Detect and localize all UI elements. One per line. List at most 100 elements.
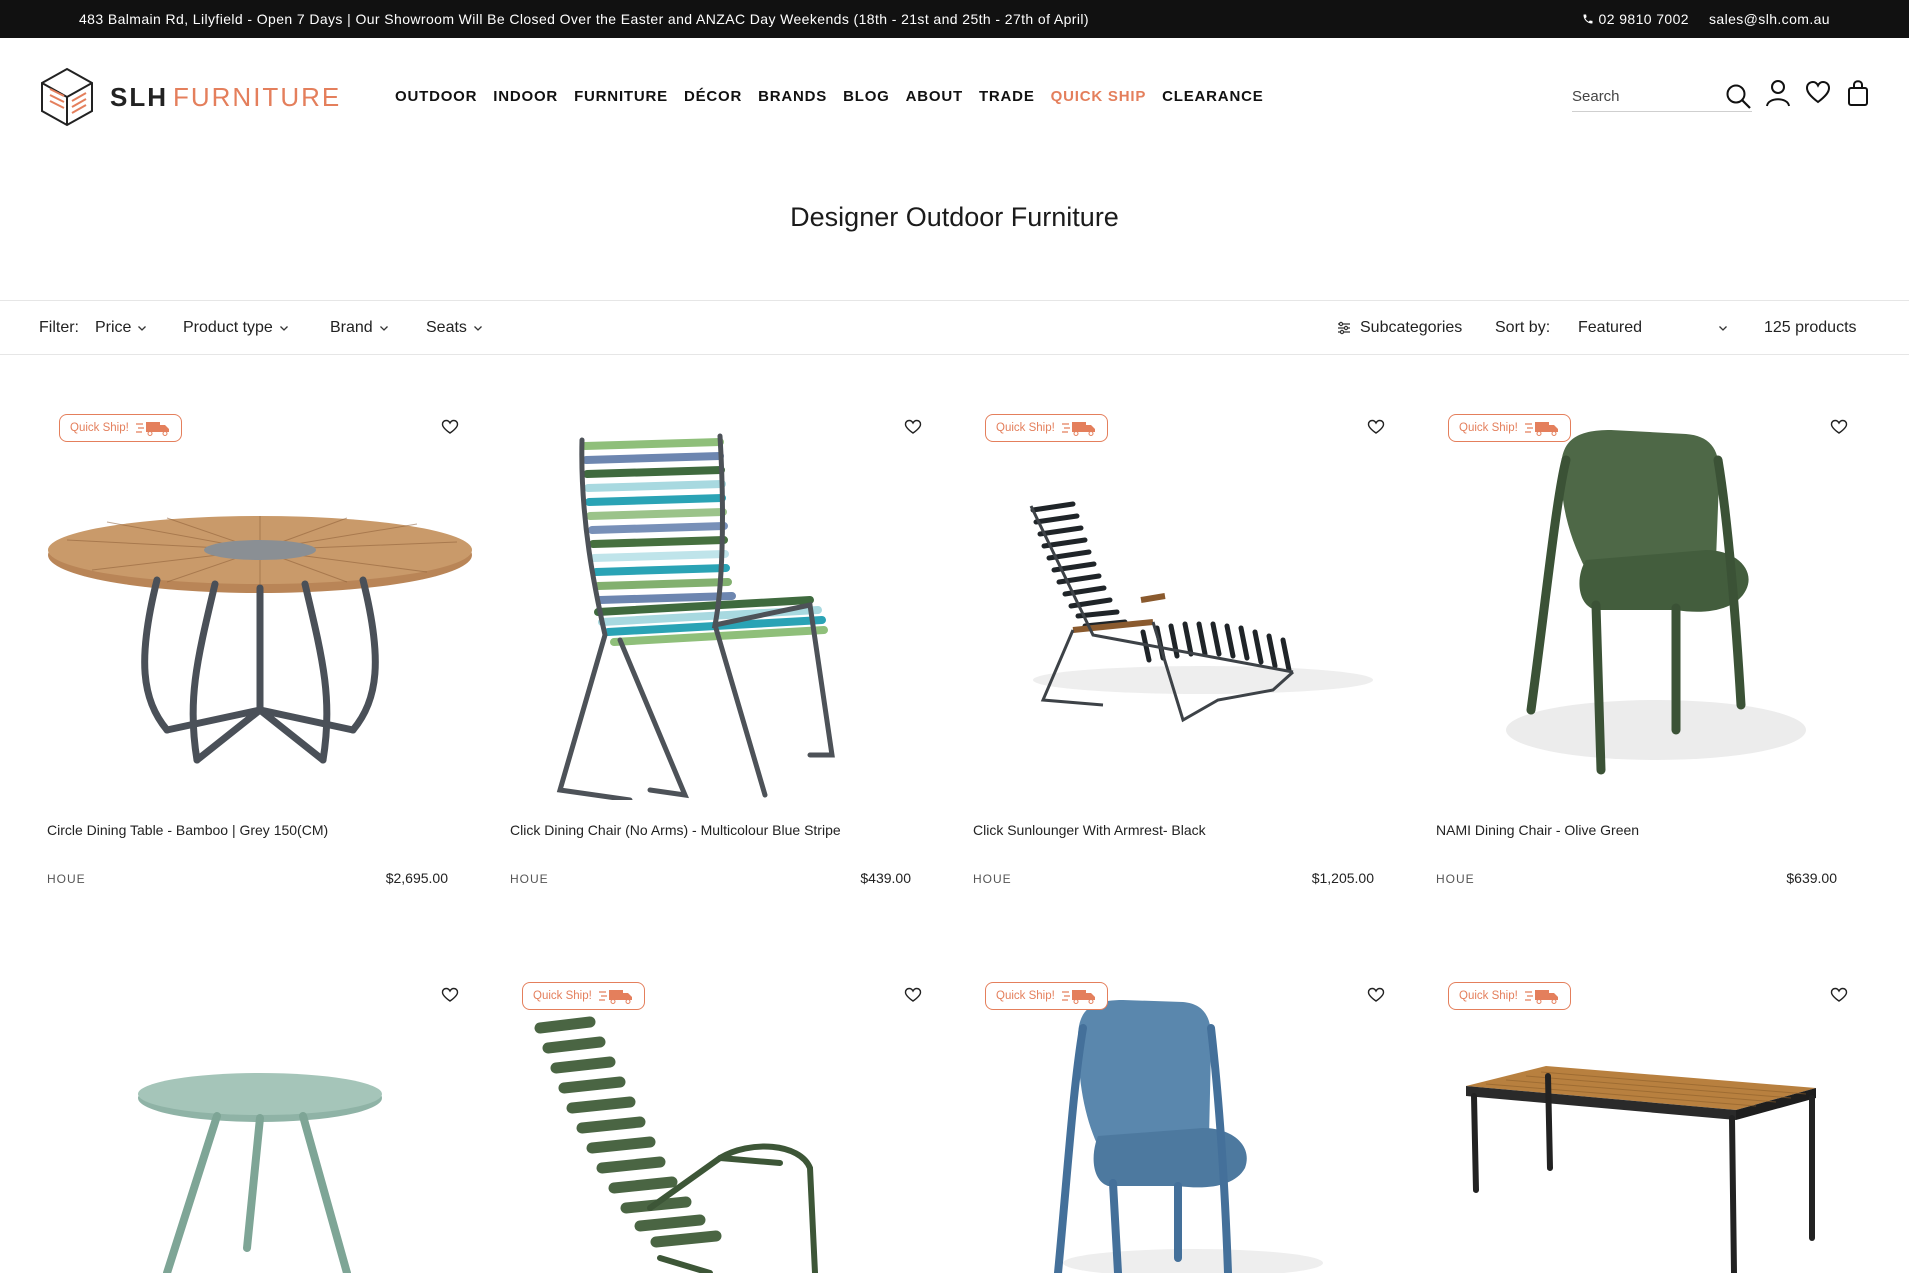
olive-chair-image — [1506, 430, 1806, 775]
product-card[interactable]: Quick Ship! Click Sunlounger With Armres… — [966, 380, 1406, 980]
heart-icon — [1367, 987, 1385, 1002]
filter-brand[interactable]: Brand — [330, 319, 389, 337]
filter-label: Filter: — [39, 319, 79, 336]
product-brand: HOUE — [510, 872, 549, 886]
phone-icon — [1583, 14, 1593, 24]
truck-icon — [135, 422, 169, 436]
heart-icon — [1830, 419, 1848, 434]
product-name[interactable]: Click Sunlounger With Armrest- Black — [973, 822, 1206, 838]
product-name[interactable]: NAMI Dining Chair - Olive Green — [1436, 822, 1639, 838]
sort-select[interactable]: Featured — [1578, 319, 1728, 337]
round-table-image — [48, 516, 472, 764]
nav-trade[interactable]: TRADE — [979, 88, 1035, 105]
site-header: SLH FURNITURE OUTDOOR INDOOR FURNITURE DÉ… — [0, 38, 1909, 158]
header-icons — [1765, 78, 1871, 108]
quick-ship-badge: Quick Ship! — [985, 982, 1108, 1010]
truck-icon — [598, 990, 632, 1004]
filter-seats[interactable]: Seats — [426, 319, 483, 337]
wishlist-toggle[interactable] — [904, 418, 922, 436]
search-input[interactable] — [1572, 82, 1722, 110]
product-card[interactable]: Quick Ship! — [503, 948, 943, 1273]
filter-product-type[interactable]: Product type — [183, 319, 289, 337]
nav-outdoor[interactable]: OUTDOOR — [395, 88, 477, 105]
chevron-down-icon — [138, 326, 147, 331]
product-image[interactable] — [973, 968, 1399, 1273]
cart-button[interactable] — [1845, 78, 1871, 108]
wishlist-toggle[interactable] — [1830, 418, 1848, 436]
filter-bar: Filter: Price Product type Brand Seats S… — [0, 300, 1909, 355]
product-image[interactable] — [1436, 400, 1862, 800]
search-button[interactable] — [1724, 82, 1752, 110]
logo-icon — [41, 67, 93, 127]
product-price: $439.00 — [860, 870, 911, 886]
announcement-bar: 483 Balmain Rd, Lilyfield - Open 7 Days … — [0, 0, 1909, 38]
product-image[interactable] — [1436, 968, 1862, 1273]
subcategories-button[interactable]: Subcategories — [1337, 319, 1462, 337]
nav-blog[interactable]: BLOG — [843, 88, 890, 105]
quick-ship-badge: Quick Ship! — [1448, 414, 1571, 442]
product-price: $1,205.00 — [1311, 870, 1374, 886]
product-card[interactable]: Quick Ship! Circle Dining Table - Bamboo… — [40, 380, 480, 980]
product-name[interactable]: Circle Dining Table - Bamboo | Grey 150(… — [47, 822, 328, 838]
heart-icon — [441, 987, 459, 1002]
product-card[interactable]: Quick Ship! — [1429, 948, 1869, 1273]
product-image[interactable] — [47, 968, 473, 1273]
product-price: $2,695.00 — [385, 870, 448, 886]
product-brand: HOUE — [973, 872, 1012, 886]
site-logo[interactable]: SLH FURNITURE — [38, 65, 341, 129]
heart-icon — [1805, 80, 1831, 104]
chevron-down-icon — [279, 326, 288, 331]
chevron-down-icon — [379, 326, 388, 331]
filter-price[interactable]: Price — [95, 319, 147, 337]
nav-about[interactable]: ABOUT — [906, 88, 963, 105]
nav-brands[interactable]: BRANDS — [758, 88, 827, 105]
quick-ship-badge: Quick Ship! — [522, 982, 645, 1010]
wishlist-toggle[interactable] — [441, 418, 459, 436]
product-count: 125 products — [1764, 319, 1857, 336]
quick-ship-badge: Quick Ship! — [985, 414, 1108, 442]
user-icon — [1766, 80, 1790, 107]
nav-indoor[interactable]: INDOOR — [493, 88, 558, 105]
truck-icon — [1524, 422, 1558, 436]
product-image[interactable] — [510, 400, 936, 803]
product-image[interactable] — [510, 968, 936, 1273]
nav-quick-ship[interactable]: QUICK SHIP — [1051, 88, 1147, 105]
heart-icon — [904, 987, 922, 1002]
quick-ship-badge: Quick Ship! — [59, 414, 182, 442]
product-name[interactable]: Click Dining Chair (No Arms) - Multicolo… — [510, 822, 841, 838]
product-image[interactable] — [47, 400, 473, 800]
wishlist-toggle[interactable] — [1367, 418, 1385, 436]
wishlist-toggle[interactable] — [1830, 986, 1848, 1004]
wishlist-toggle[interactable] — [1367, 986, 1385, 1004]
search-icon — [1726, 84, 1751, 109]
nav-decor[interactable]: DÉCOR — [684, 88, 742, 105]
heart-icon — [904, 419, 922, 434]
phone-number: 02 9810 7002 — [1598, 11, 1689, 27]
sort-label: Sort by: — [1495, 319, 1551, 336]
wishlist-toggle[interactable] — [441, 986, 459, 1004]
product-card[interactable] — [40, 948, 480, 1273]
truck-icon — [1061, 422, 1095, 436]
contact-info: 02 9810 7002 sales@slh.com.au — [1582, 11, 1830, 27]
blue-chair-image — [1054, 1000, 1323, 1273]
product-card[interactable]: Click Dining Chair (No Arms) - Multicolo… — [503, 380, 943, 980]
heart-icon — [1367, 419, 1385, 434]
email-link[interactable]: sales@slh.com.au — [1709, 11, 1830, 27]
product-image[interactable] — [973, 400, 1399, 800]
nav-furniture[interactable]: FURNITURE — [574, 88, 668, 105]
side-table-image — [138, 1073, 382, 1273]
sunlounger-image — [1029, 501, 1373, 723]
nav-clearance[interactable]: CLEARANCE — [1162, 88, 1263, 105]
chevron-down-icon — [1719, 326, 1727, 331]
wishlist-button[interactable] — [1805, 78, 1831, 108]
sliders-icon — [1338, 321, 1350, 335]
wishlist-toggle[interactable] — [904, 986, 922, 1004]
account-button[interactable] — [1765, 78, 1791, 108]
phone-link[interactable]: 02 9810 7002 — [1582, 11, 1689, 27]
logo-text: SLH FURNITURE — [110, 81, 342, 112]
product-card[interactable]: Quick Ship! — [966, 948, 1406, 1273]
product-brand: HOUE — [47, 872, 86, 886]
search-box — [1572, 82, 1752, 112]
product-card[interactable]: Quick Ship! NAMI Dining Chair - Olive Gr… — [1429, 380, 1869, 980]
green-lounge-chair-image — [534, 1016, 818, 1273]
